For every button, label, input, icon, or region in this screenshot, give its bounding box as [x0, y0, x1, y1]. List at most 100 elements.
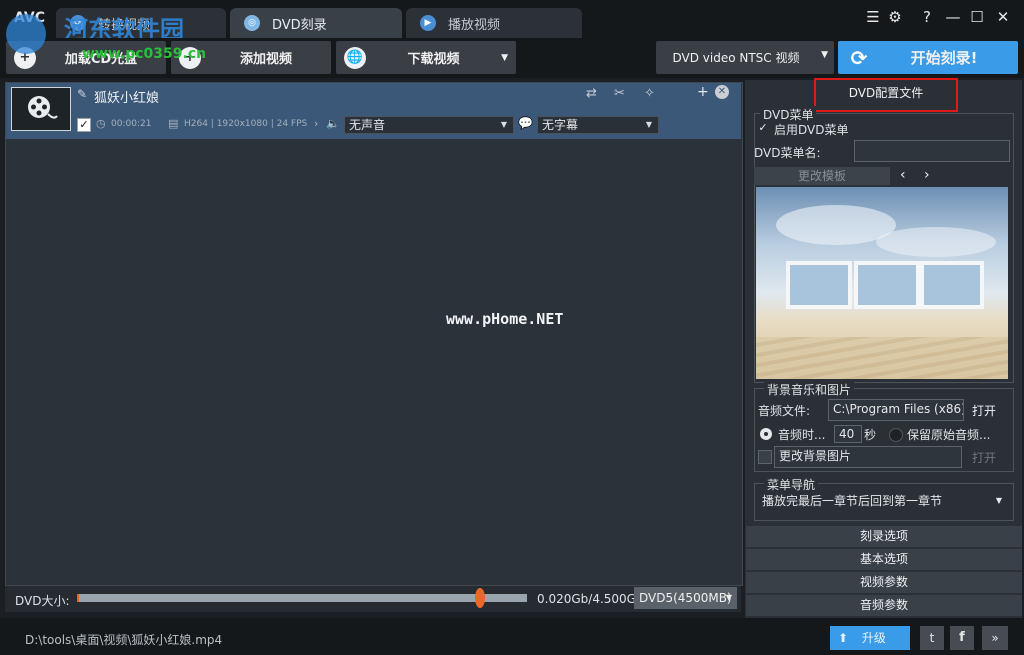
video-params-section[interactable]: 视频参数 — [746, 572, 1022, 593]
audio-file-input[interactable]: C:\Program Files (x86)\A — [828, 399, 964, 421]
file-path: D:\tools\桌面\视频\狐妖小红娘.mp4 — [25, 633, 223, 647]
globe-add-icon: 🌐 — [344, 46, 366, 69]
dvd-profile-label: DVD配置文件 — [848, 86, 924, 100]
open-bg-button[interactable]: 打开 — [972, 449, 996, 466]
disc-type-value: DVD5(4500MB) — [639, 591, 732, 605]
dvd-size-fill — [77, 594, 79, 602]
refresh-icon: ⟳ — [850, 45, 868, 70]
watermark-url: www.pc0359.cn — [82, 46, 207, 62]
radio-dot — [764, 432, 768, 436]
chevron-right-icon: › — [314, 117, 319, 130]
chevron-right-icon[interactable]: › — [924, 167, 930, 183]
minimize-icon[interactable]: — — [944, 8, 962, 26]
section-label: 视频参数 — [859, 575, 908, 589]
watermark-center: www.pHome.NET — [446, 310, 564, 328]
keep-audio-radio[interactable] — [889, 428, 903, 442]
open-audio-button[interactable]: 打开 — [972, 402, 996, 419]
add-video-label: 添加视频 — [239, 52, 292, 67]
change-bg-field: 更改背景图片 — [774, 446, 962, 468]
video-meta: H264 | 1920x1080 | 24 FPS — [184, 119, 308, 129]
audio-params-section[interactable]: 音频参数 — [746, 595, 1022, 616]
audio-track-select[interactable]: 无声音 ▼ — [344, 116, 514, 134]
disc-icon: ◎ — [244, 15, 260, 31]
maximize-icon[interactable]: ☐ — [968, 8, 986, 26]
change-template-button[interactable]: 更改模板 — [754, 167, 890, 185]
forward-icon[interactable]: » — [982, 626, 1008, 650]
format-select[interactable]: DVD video NTSC 视频 ▼ — [656, 41, 834, 74]
dvd-size-label: DVD大小: — [15, 594, 70, 608]
status-bar: D:\tools\桌面\视频\狐妖小红娘.mp4 ⬆ 升级 t f » — [0, 618, 1024, 655]
start-burn-button[interactable]: ⟳ 开始刻录! — [838, 41, 1018, 74]
change-template-label: 更改模板 — [797, 169, 846, 183]
audio-file-value: C:\Program Files (x86)\A — [833, 402, 964, 416]
audio-duration-label: 音频时... — [778, 428, 826, 442]
film-reel-icon — [28, 96, 58, 119]
subtitle-select[interactable]: 无字幕 ▼ — [537, 116, 659, 134]
menu-name-label: DVD菜单名: — [754, 146, 821, 160]
enable-menu-checkbox[interactable]: ✓ — [757, 122, 769, 134]
enable-menu-label: 启用DVD菜单 — [774, 123, 849, 137]
change-bg-checkbox[interactable] — [758, 450, 772, 464]
sand-texture — [756, 337, 1008, 379]
close-icon[interactable]: ✕ — [715, 85, 729, 99]
download-video-button[interactable]: 🌐 下载视频 ▼ — [336, 41, 516, 74]
seconds-label: 秒 — [864, 428, 877, 442]
start-burn-label: 开始刻录! — [910, 49, 978, 67]
film-icon: ▤ — [168, 117, 179, 130]
dvd-size-bar: DVD大小: 0.020Gb/4.500Gb DVD5(4500MB) ▼ — [5, 586, 741, 612]
file-list[interactable] — [5, 82, 743, 586]
format-value: DVD video NTSC 视频 — [672, 51, 800, 65]
change-bg-label: 更改背景图片 — [779, 449, 852, 463]
size-limit-marker[interactable] — [475, 588, 485, 608]
speaker-icon: 🔈 — [326, 117, 340, 130]
audio-track-value: 无声音 — [349, 118, 386, 132]
tab-label: 播放视频 — [448, 17, 501, 33]
twitter-icon[interactable]: t — [920, 626, 944, 650]
facebook-icon[interactable]: f — [950, 626, 974, 650]
chevron-down-icon[interactable]: ▼ — [501, 53, 508, 63]
add-icon[interactable]: + — [697, 84, 709, 100]
gear-icon[interactable]: ⚙ — [886, 8, 904, 26]
chevron-down-icon: ▼ — [500, 120, 507, 129]
subtitle-icon: 💬 — [518, 116, 533, 130]
section-label: 音频参数 — [859, 598, 908, 612]
menu-name-input[interactable] — [854, 140, 1010, 162]
menu-icon[interactable]: ☰ — [864, 8, 882, 26]
tab-label: DVD刻录 — [272, 17, 327, 33]
basic-options-section[interactable]: 基本选项 — [746, 549, 1022, 570]
dvd-size-value: 0.020Gb/4.500Gb — [537, 592, 644, 606]
menu-frame — [854, 261, 920, 309]
section-label: 基本选项 — [859, 552, 908, 566]
pencil-icon[interactable]: ✎ — [77, 87, 87, 101]
template-preview — [756, 187, 1008, 379]
menu-nav-select[interactable]: 播放完最后一章节后回到第一章节 ▼ — [758, 491, 1010, 511]
file-checkbox[interactable]: ✓ — [77, 118, 91, 132]
download-video-label: 下载视频 — [407, 52, 460, 67]
dvd-profile-header[interactable]: DVD配置文件 — [814, 78, 958, 112]
chevron-down-icon: ▼ — [821, 50, 828, 60]
audio-duration-input[interactable]: 40 — [834, 425, 862, 443]
disc-type-select[interactable]: DVD5(4500MB) ▼ — [634, 587, 737, 609]
upload-icon: ⬆ — [838, 631, 849, 645]
upgrade-button[interactable]: ⬆ 升级 — [830, 626, 910, 650]
help-icon[interactable]: ? — [918, 8, 936, 26]
upgrade-label: 升级 — [861, 631, 886, 645]
watermark-logo — [6, 14, 46, 54]
sync-icon[interactable]: ⇄ — [586, 86, 597, 101]
close-icon[interactable]: ✕ — [994, 8, 1012, 26]
menu-frame — [786, 261, 852, 309]
scissors-icon[interactable]: ✂ — [614, 86, 625, 101]
audio-duration-value: 40 — [839, 427, 855, 441]
burn-options-section[interactable]: 刻录选项 — [746, 526, 1022, 547]
play-icon: ▶ — [420, 15, 436, 31]
subtitle-value: 无字幕 — [542, 118, 579, 132]
keep-audio-label: 保留原始音频... — [907, 428, 991, 442]
audio-file-label: 音频文件: — [758, 404, 811, 418]
effects-icon[interactable]: ✧ — [644, 86, 655, 101]
chevron-down-icon: ▼ — [645, 120, 652, 129]
tab-dvd-burn[interactable]: ◎ DVD刻录 — [230, 8, 402, 38]
chevron-down-icon: ▼ — [725, 593, 732, 602]
chevron-left-icon[interactable]: ‹ — [900, 167, 906, 183]
tab-play-video[interactable]: ▶ 播放视频 — [406, 8, 582, 38]
bg-music-group-label: 背景音乐和图片 — [764, 381, 855, 398]
